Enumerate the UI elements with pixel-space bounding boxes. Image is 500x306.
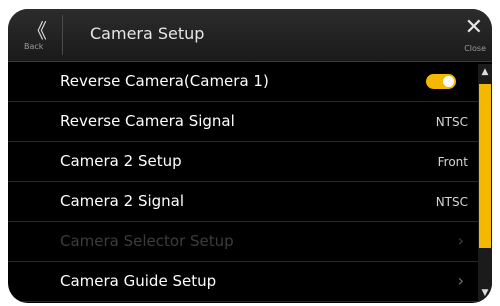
scroll-up-arrow-icon[interactable]: ▲ xyxy=(478,64,492,80)
toggle-knob xyxy=(443,76,454,87)
reverse-camera-signal-row[interactable]: Reverse Camera Signal NTSC xyxy=(8,102,478,142)
close-icon: ✕ xyxy=(464,15,483,40)
chevron-right-icon: › xyxy=(457,231,464,250)
scroll-down-arrow-icon[interactable]: ▼ xyxy=(478,285,492,301)
reverse-camera-signal-value: NTSC xyxy=(435,115,468,129)
camera-2-signal-row[interactable]: Camera 2 Signal NTSC xyxy=(8,182,478,222)
page-title: Camera Setup xyxy=(90,24,205,43)
close-button[interactable]: ✕ Close xyxy=(446,9,492,61)
close-label: Close xyxy=(464,44,486,53)
camera-2-setup-row[interactable]: Camera 2 Setup Front xyxy=(8,142,478,182)
camera-guide-setup-row[interactable]: Camera Guide Setup › xyxy=(8,262,478,302)
reverse-camera-row[interactable]: Reverse Camera(Camera 1) xyxy=(8,62,478,102)
title-divider xyxy=(62,15,63,55)
title-bar: 《 Back Camera Setup ✕ Close xyxy=(8,9,492,62)
scroll-thumb[interactable] xyxy=(479,84,491,248)
reverse-camera-signal-label: Reverse Camera Signal xyxy=(60,112,235,130)
camera-2-setup-value: Front xyxy=(437,155,468,169)
camera-selector-setup-label: Camera Selector Setup xyxy=(60,232,234,250)
back-label: Back xyxy=(24,42,44,51)
screen: 《 Back Camera Setup ✕ Close Reverse Came… xyxy=(8,9,492,303)
reverse-camera-label: Reverse Camera(Camera 1) xyxy=(60,72,269,90)
camera-guide-setup-label: Camera Guide Setup xyxy=(60,272,217,290)
chevron-right-icon: › xyxy=(457,271,464,290)
camera-2-signal-value: NTSC xyxy=(435,195,468,209)
back-button[interactable]: 《 Back xyxy=(8,9,60,61)
back-double-chevron-icon: 《 xyxy=(27,19,47,43)
camera-selector-setup-row: Camera Selector Setup › xyxy=(8,222,478,262)
reverse-camera-toggle[interactable] xyxy=(426,74,456,89)
settings-list: Reverse Camera(Camera 1) Reverse Camera … xyxy=(8,62,478,302)
camera-2-setup-label: Camera 2 Setup xyxy=(60,152,182,170)
scrollbar[interactable]: ▲ ▼ xyxy=(478,64,492,303)
camera-2-signal-label: Camera 2 Signal xyxy=(60,192,185,210)
